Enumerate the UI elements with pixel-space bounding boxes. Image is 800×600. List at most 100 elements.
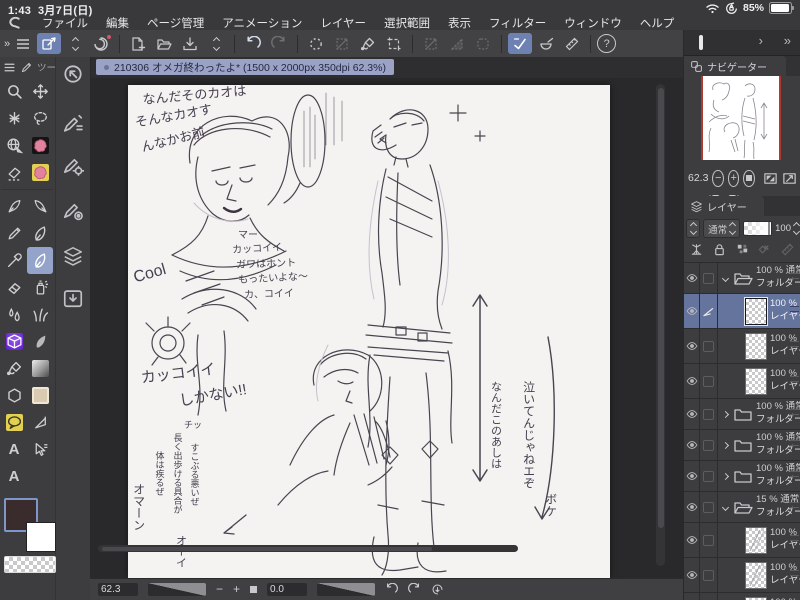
redo-icon[interactable] (267, 33, 291, 54)
layer-row-body[interactable]: 100 % 通常 レイヤー30 (718, 329, 800, 363)
layer-checkbox[interactable] (703, 470, 714, 482)
layer-visibility-toggle[interactable] (684, 558, 700, 592)
lasso-tool[interactable] (27, 105, 53, 132)
menu-item-7[interactable]: フィルター (480, 15, 555, 31)
reference-layer-icon[interactable] (757, 242, 773, 258)
opacity-slider[interactable] (742, 221, 773, 236)
zoom-slider[interactable] (148, 583, 206, 596)
layer-select-cell[interactable] (700, 364, 718, 398)
layer-row-body[interactable]: 100 % 通常 フォルダー4 (718, 399, 800, 429)
main-menu-icon[interactable] (11, 33, 35, 54)
new-canvas-icon[interactable] (126, 33, 150, 54)
layer-drag-handle[interactable] (790, 273, 799, 279)
canvas-area[interactable]: なんだそのカオは そんなカオす んなかお前 Cool マー カッコイイ ガワはホント もったい… (90, 78, 683, 578)
text-tool[interactable]: A (1, 436, 27, 463)
nav-zoom-out-button[interactable]: − (712, 169, 724, 187)
layer-row-body[interactable]: 100 % 通常 フォルダー5 (718, 263, 800, 293)
layer-select-cell[interactable] (700, 329, 718, 363)
layer-row-body[interactable]: 100 % 通常 レイヤー5 (718, 593, 800, 600)
layer-thumbnail[interactable] (745, 561, 767, 589)
menu-item-8[interactable]: ウィンドウ (555, 15, 631, 31)
editing-pen-indicator[interactable] (700, 294, 718, 328)
menu-item-0[interactable]: ファイル (33, 15, 97, 31)
transparent-color-swatch[interactable] (4, 556, 56, 573)
nav-zoom-in-button[interactable]: + (727, 169, 740, 187)
layer-select-cell[interactable] (700, 461, 718, 491)
operation-cursor-tool[interactable] (27, 436, 53, 463)
layer-drag-handle[interactable] (790, 409, 799, 415)
fill-selection-icon[interactable] (445, 33, 469, 54)
layer-thumbnail[interactable] (745, 526, 767, 554)
layer-row-フォルダー5[interactable]: 100 % 通常 フォルダー5 (684, 263, 800, 294)
layer-drag-handle[interactable] (790, 341, 799, 347)
rotation-slider[interactable] (317, 583, 376, 596)
layer-row-body[interactable]: 100 % 通常 レイヤー6 (718, 558, 800, 592)
layer-drag-handle[interactable] (790, 570, 799, 576)
layer-row-レイヤー27[interactable]: 100 % 通常 レイヤー27 (684, 523, 800, 558)
menu-item-9[interactable]: ヘルプ (631, 15, 684, 31)
layer-visibility-toggle[interactable] (684, 364, 700, 398)
layer-row-レイヤー29[interactable]: 100 % 通常 レイヤー29 (684, 364, 800, 399)
blend-tool[interactable] (1, 301, 27, 328)
marker-tool[interactable] (27, 193, 53, 220)
snap-to-ruler-icon[interactable] (508, 33, 533, 54)
background-color-swatch[interactable] (26, 522, 56, 552)
folder-expand-chevron[interactable] (720, 274, 730, 282)
menu-item-2[interactable]: ページ管理 (138, 15, 213, 31)
canvas-vertical-scrollbar[interactable] (656, 84, 665, 566)
folder-expand-chevron[interactable] (720, 472, 730, 480)
selection-eraser-tool[interactable] (1, 159, 27, 186)
3d-material-tool[interactable] (1, 328, 27, 355)
fit-to-screen-button[interactable] (250, 586, 258, 593)
menu-item-6[interactable]: 表示 (439, 15, 480, 31)
rotate-right-icon[interactable] (408, 583, 421, 598)
menu-item-5[interactable]: 選択範囲 (375, 15, 439, 31)
crop-frame-icon[interactable] (382, 33, 406, 54)
move-tool[interactable] (27, 78, 53, 105)
snap-to-grid-icon[interactable] (560, 33, 584, 54)
operation-tool[interactable] (1, 132, 27, 159)
canvas-horizontal-scrollbar[interactable] (98, 545, 518, 552)
zoom-out-button[interactable]: − (216, 583, 223, 595)
save-options-icon[interactable] (204, 33, 228, 54)
layer-select-cell[interactable] (700, 492, 718, 522)
navigator-tab[interactable]: ナビゲーター (684, 56, 786, 76)
fit-to-width-icon[interactable] (782, 170, 797, 187)
layer-drag-handle[interactable] (790, 376, 799, 382)
layer-row-body[interactable]: 100 % 通常 フォルダー3 (718, 430, 800, 460)
layer-visibility-toggle[interactable] (684, 492, 700, 522)
layer-drag-handle[interactable] (790, 440, 799, 446)
navigator-thumbnail[interactable] (701, 76, 781, 160)
layer-select-cell[interactable] (700, 399, 718, 429)
folder-expand-chevron[interactable] (720, 410, 730, 418)
frame-border-tool[interactable] (27, 382, 53, 409)
layer-checkbox[interactable] (703, 340, 714, 352)
layer-checkbox[interactable] (703, 501, 714, 513)
clip-studio-home-icon[interactable] (89, 33, 113, 54)
folder-expand-chevron[interactable] (720, 441, 730, 449)
eyedropper-tool[interactable] (1, 247, 27, 274)
rotate-left-icon[interactable] (385, 583, 398, 598)
clip-to-layer-below-icon[interactable] (689, 242, 705, 258)
layer-row-body[interactable]: 100 % 通常 レイヤー31 (718, 294, 800, 328)
layer-select-cell[interactable] (700, 593, 718, 600)
layer-row-body[interactable]: 100 % 通常 レイヤー27 (718, 523, 800, 557)
soft-brush-tool[interactable] (27, 328, 53, 355)
undo-icon[interactable] (241, 33, 265, 54)
layer-visibility-toggle[interactable] (684, 399, 700, 429)
layer-visibility-toggle[interactable] (684, 294, 700, 328)
layer-checkbox[interactable] (703, 534, 714, 546)
gradient-tool[interactable] (27, 355, 53, 382)
panel-next-icon[interactable]: › (759, 33, 763, 48)
clear-selection-icon[interactable] (419, 33, 443, 54)
layer-row-body[interactable]: 100 % 通常 レイヤー29 (718, 364, 800, 398)
layer-drag-handle[interactable] (790, 306, 799, 312)
snap-to-special-ruler-icon[interactable] (534, 33, 558, 54)
layer-visibility-toggle[interactable] (684, 430, 700, 460)
subtool-list-icon[interactable] (62, 113, 84, 135)
opacity-stepper[interactable] (792, 221, 800, 236)
palette-color-combo[interactable] (686, 219, 701, 238)
eraser-tool[interactable] (1, 274, 27, 301)
tool-property-icon[interactable] (62, 155, 84, 177)
palette-menu-icon[interactable] (3, 61, 16, 74)
